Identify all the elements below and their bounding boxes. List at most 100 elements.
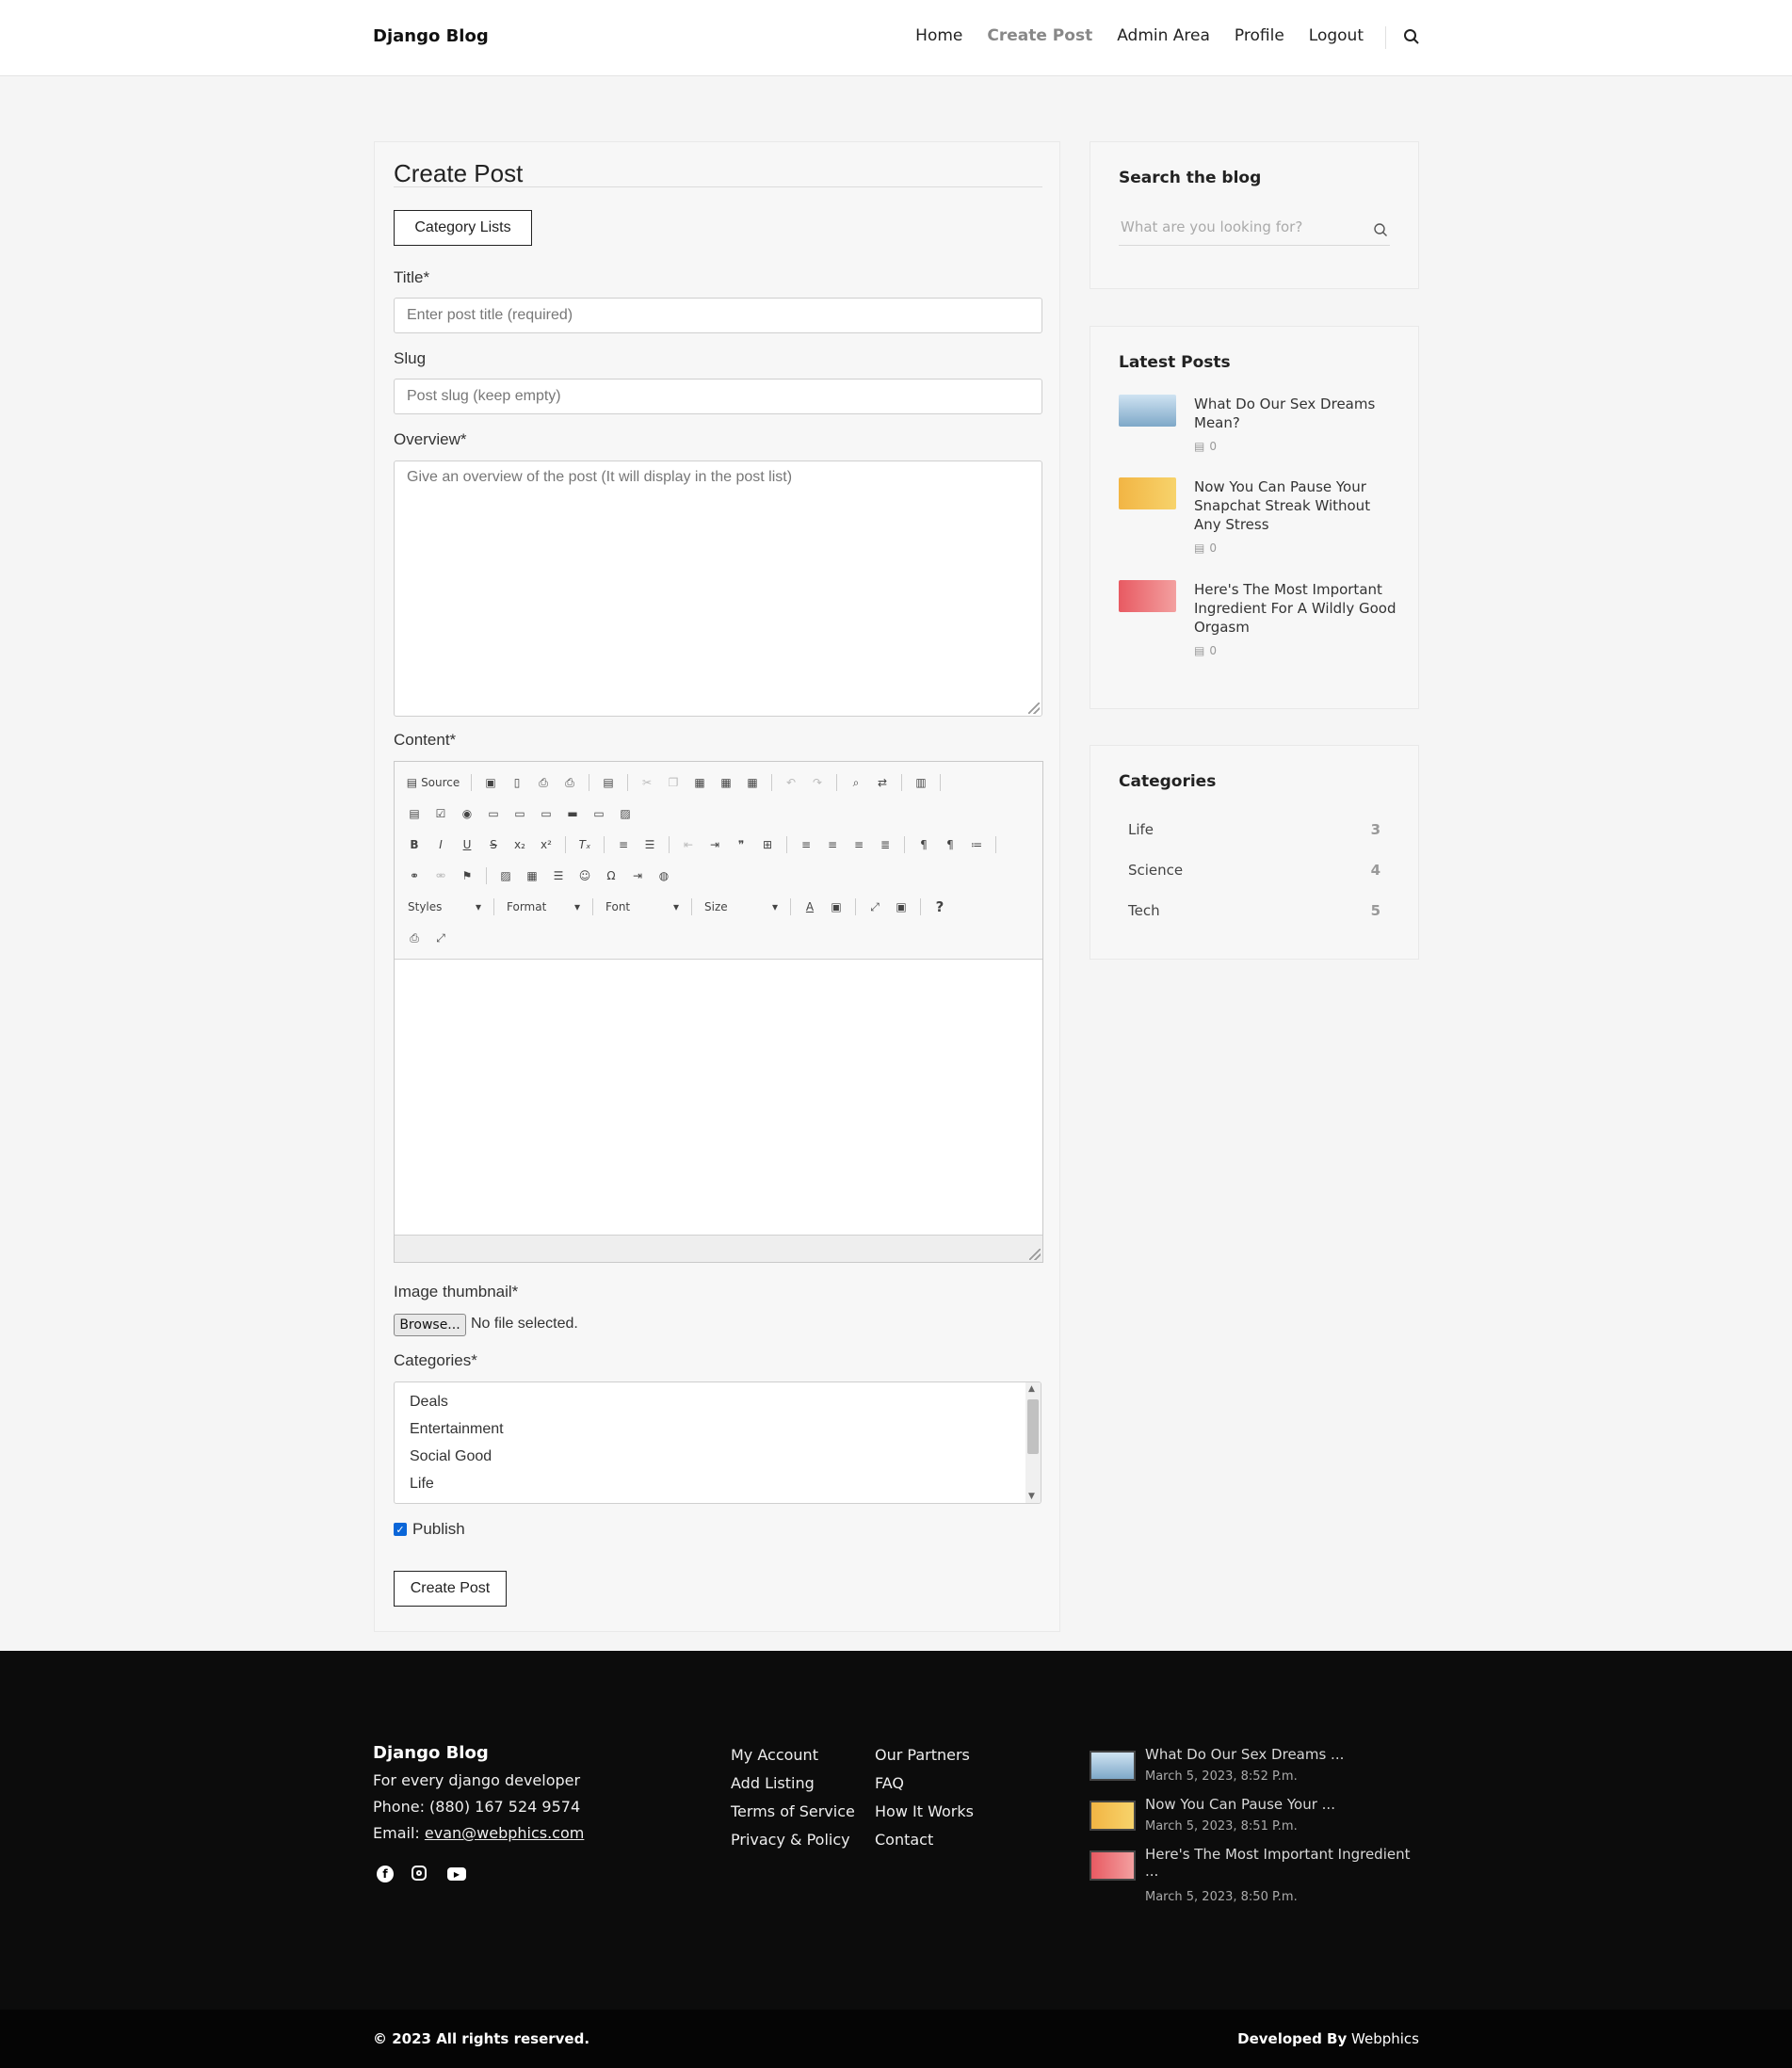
post-title[interactable]: Here's The Most Important Ingredient For…	[1194, 580, 1396, 637]
checkbox-icon[interactable]: ☑	[430, 803, 451, 824]
help-icon[interactable]: ?	[929, 897, 950, 917]
indent-icon[interactable]: ⇥	[704, 834, 725, 855]
instagram-icon[interactable]	[412, 1866, 427, 1881]
footer-link-how-it-works[interactable]: How It Works	[875, 1802, 974, 1820]
post-title[interactable]: What Do Our Sex Dreams Mean?	[1194, 395, 1396, 432]
underline-icon[interactable]: U	[457, 834, 477, 855]
footer-link-my-account[interactable]: My Account	[731, 1746, 818, 1764]
footer-link-faq[interactable]: FAQ	[875, 1774, 904, 1792]
category-name[interactable]: Tech	[1128, 902, 1160, 919]
slug-input[interactable]: Post slug (keep empty)	[394, 379, 1042, 414]
category-item[interactable]: Life 3	[1128, 821, 1380, 838]
post-thumbnail[interactable]	[1119, 395, 1176, 427]
image-button-icon[interactable]: ▭	[589, 803, 609, 824]
resize-handle[interactable]	[1029, 1249, 1041, 1260]
footer-post-thumbnail[interactable]	[1090, 1751, 1136, 1781]
title-input[interactable]: Enter post title (required)	[394, 298, 1042, 333]
bulleted-list-icon[interactable]: ☰	[639, 834, 660, 855]
category-option[interactable]: Deals	[395, 1388, 1041, 1415]
redo-icon[interactable]: ↷	[807, 772, 828, 793]
categories-multiselect[interactable]: Deals Entertainment Social Good Life ▲ ▼	[394, 1381, 1041, 1504]
button-icon[interactable]: ▬	[562, 803, 583, 824]
format-dropdown[interactable]: Format ▾	[503, 897, 584, 917]
post-thumbnail[interactable]	[1119, 580, 1176, 612]
rtl-icon[interactable]: ¶	[940, 834, 961, 855]
brand-logo[interactable]: Django Blog	[373, 26, 489, 46]
latest-post-item[interactable]: Here's The Most Important Ingredient For…	[1119, 580, 1401, 665]
div-container-icon[interactable]: ⊞	[757, 834, 778, 855]
latest-post-item[interactable]: Now You Can Pause Your Snapchat Streak W…	[1119, 477, 1401, 562]
nav-logout[interactable]: Logout	[1309, 26, 1364, 45]
subscript-icon[interactable]: x₂	[509, 834, 530, 855]
outdent-icon[interactable]: ⇤	[678, 834, 699, 855]
category-name[interactable]: Life	[1128, 821, 1154, 838]
create-post-button[interactable]: Create Post	[394, 1571, 507, 1607]
show-blocks-icon[interactable]: ▣	[891, 897, 912, 917]
replace-icon[interactable]: ⇄	[872, 772, 893, 793]
latest-post-item[interactable]: What Do Our Sex Dreams Mean? ▤ 0	[1119, 395, 1401, 479]
post-title[interactable]: Now You Can Pause Your Snapchat Streak W…	[1194, 477, 1396, 534]
resize-handle[interactable]	[1028, 703, 1040, 714]
superscript-icon[interactable]: x²	[536, 834, 557, 855]
size-dropdown[interactable]: Size ▾	[701, 897, 782, 917]
language-icon[interactable]: ≔	[966, 834, 987, 855]
search-icon[interactable]	[1373, 222, 1388, 237]
category-option[interactable]: Life	[395, 1470, 1041, 1497]
footer-post-title[interactable]: Here's The Most Important Ingredient ...	[1145, 1846, 1428, 1880]
numbered-list-icon[interactable]: ≡	[613, 834, 634, 855]
preview-icon[interactable]: ⎙	[533, 772, 554, 793]
templates-icon[interactable]: ▤	[598, 772, 619, 793]
text-field-icon[interactable]: ▭	[483, 803, 504, 824]
table-icon[interactable]: ▦	[522, 865, 542, 886]
ltr-icon[interactable]: ¶	[913, 834, 934, 855]
nav-home[interactable]: Home	[915, 26, 962, 45]
italic-icon[interactable]: I	[430, 834, 451, 855]
background-color-icon[interactable]: ▣	[826, 897, 847, 917]
footer-link-add-listing[interactable]: Add Listing	[731, 1774, 815, 1792]
preview-icon[interactable]: ⎙	[404, 928, 425, 948]
sidebar-search-input[interactable]: What are you looking for?	[1119, 211, 1390, 246]
overview-textarea[interactable]: Give an overview of the post (It will di…	[394, 460, 1042, 717]
category-option[interactable]: Social Good	[395, 1443, 1041, 1470]
strikethrough-icon[interactable]: S	[483, 834, 504, 855]
email-link[interactable]: evan@webphics.com	[425, 1824, 584, 1842]
horizontal-rule-icon[interactable]: ☰	[548, 865, 569, 886]
text-color-icon[interactable]: A	[799, 897, 820, 917]
save-icon[interactable]: ▣	[480, 772, 501, 793]
remove-format-icon[interactable]: Tₓ	[574, 834, 595, 855]
copy-icon[interactable]: ❐	[663, 772, 684, 793]
anchor-icon[interactable]: ⚑	[457, 865, 477, 886]
browse-button[interactable]: Browse...	[394, 1314, 466, 1336]
scrollbar-thumb[interactable]	[1027, 1399, 1039, 1454]
footer-link-terms[interactable]: Terms of Service	[731, 1802, 855, 1820]
publish-label[interactable]: Publish	[412, 1520, 465, 1539]
footer-post-thumbnail[interactable]	[1090, 1801, 1136, 1831]
image-icon[interactable]: ▨	[495, 865, 516, 886]
unlink-icon[interactable]: ⚮	[430, 865, 451, 886]
editor-content-area[interactable]	[395, 960, 1042, 1235]
cut-icon[interactable]: ✂	[637, 772, 657, 793]
category-lists-button[interactable]: Category Lists	[394, 210, 532, 246]
styles-dropdown[interactable]: Styles ▾	[404, 897, 485, 917]
new-page-icon[interactable]: ▯	[507, 772, 527, 793]
print-icon[interactable]: ⎙	[559, 772, 580, 793]
link-icon[interactable]: ⚭	[404, 865, 425, 886]
chevron-down-icon[interactable]: ▼	[1028, 1492, 1035, 1501]
radio-icon[interactable]: ◉	[457, 803, 477, 824]
align-left-icon[interactable]: ≡	[796, 834, 816, 855]
justify-icon[interactable]: ≣	[875, 834, 896, 855]
select-icon[interactable]: ▭	[536, 803, 557, 824]
category-name[interactable]: Science	[1128, 862, 1183, 879]
page-break-icon[interactable]: ⇥	[627, 865, 648, 886]
smiley-icon[interactable]: ☺	[574, 865, 595, 886]
footer-link-contact[interactable]: Contact	[875, 1831, 933, 1849]
footer-post-title[interactable]: What Do Our Sex Dreams ...	[1145, 1746, 1428, 1763]
bold-icon[interactable]: B	[404, 834, 425, 855]
paste-word-icon[interactable]: ▦	[742, 772, 763, 793]
category-item[interactable]: Tech 5	[1128, 902, 1380, 919]
developer-link[interactable]: Webphics	[1351, 2030, 1419, 2047]
category-option[interactable]: Entertainment	[395, 1415, 1041, 1443]
iframe-icon[interactable]: ◍	[654, 865, 674, 886]
align-center-icon[interactable]: ≡	[822, 834, 843, 855]
category-item[interactable]: Science 4	[1128, 862, 1380, 879]
